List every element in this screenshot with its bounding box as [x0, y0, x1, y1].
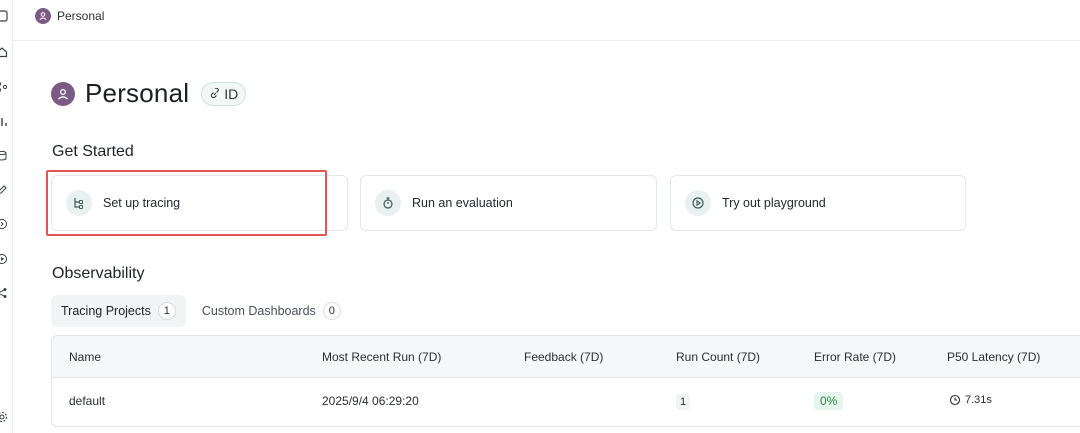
workspace-avatar-icon — [51, 81, 75, 106]
run-count-badge: 1 — [676, 394, 690, 410]
chart-icon[interactable] — [0, 116, 8, 128]
play-circle-icon[interactable] — [0, 253, 8, 265]
latency-value: 7.31s — [965, 394, 992, 406]
column-header[interactable]: Most Recent Run (7D) — [322, 350, 441, 364]
setup-tracing-card[interactable]: Set up tracing — [51, 175, 348, 231]
tab-custom-dashboards[interactable]: Custom Dashboards 0 — [192, 295, 351, 327]
observability-tabs: Tracing Projects 1 Custom Dashboards 0 — [51, 295, 351, 327]
column-header[interactable]: Error Rate (7D) — [814, 350, 896, 364]
settings-icon[interactable] — [0, 411, 8, 423]
projects-table: Name Most Recent Run (7D) Feedback (7D) … — [51, 335, 1080, 427]
page-title: Personal — [85, 78, 190, 108]
tracing-icon[interactable] — [0, 81, 8, 93]
left-sidebar — [0, 0, 13, 433]
breadcrumb-label: Personal — [57, 9, 105, 23]
column-header[interactable]: Run Count (7D) — [676, 350, 760, 364]
stopwatch-icon — [375, 190, 401, 216]
card-label: Run an evaluation — [412, 196, 513, 210]
count-badge: 0 — [322, 302, 341, 320]
run-evaluation-card[interactable]: Run an evaluation — [360, 175, 657, 231]
tracing-icon — [66, 190, 92, 216]
column-header[interactable]: P50 Latency (7D) — [947, 350, 1040, 364]
user-avatar-icon — [35, 8, 51, 24]
link-icon — [211, 87, 219, 98]
project-name-link[interactable]: default — [69, 394, 105, 408]
id-label: ID — [224, 85, 239, 102]
run-count-cell: 1 — [676, 394, 690, 410]
tab-label: Custom Dashboards — [201, 304, 316, 318]
tab-label: Tracing Projects — [61, 304, 151, 318]
breadcrumb[interactable]: Personal — [35, 8, 104, 24]
panel-icon[interactable] — [0, 10, 8, 22]
graph-icon[interactable] — [0, 287, 8, 299]
page-header: Personal ID — [51, 78, 247, 109]
card-label: Set up tracing — [103, 196, 181, 210]
recent-run-cell: 2025/9/4 06:29:20 — [322, 394, 419, 408]
copy-id-button[interactable]: ID — [201, 81, 247, 106]
error-rate-cell: 0% — [814, 392, 844, 410]
play-icon — [685, 190, 711, 216]
pencil-icon[interactable] — [0, 184, 8, 196]
observability-title: Observability — [52, 265, 145, 282]
clock-icon — [949, 394, 961, 406]
tab-tracing-projects[interactable]: Tracing Projects 1 — [51, 295, 186, 327]
count-badge: 1 — [157, 302, 176, 320]
try-playground-card[interactable]: Try out playground — [670, 175, 966, 231]
top-bar: Personal — [13, 0, 1080, 41]
home-icon[interactable] — [0, 46, 8, 58]
get-started-title: Get Started — [52, 143, 134, 160]
database-icon[interactable] — [0, 150, 8, 162]
column-header[interactable]: Name — [69, 350, 101, 364]
error-rate-badge: 0% — [814, 392, 844, 410]
circle-arrow-icon[interactable] — [0, 218, 8, 230]
column-header[interactable]: Feedback (7D) — [524, 350, 603, 364]
latency-cell: 7.31s — [949, 394, 992, 406]
card-label: Try out playground — [722, 196, 826, 210]
